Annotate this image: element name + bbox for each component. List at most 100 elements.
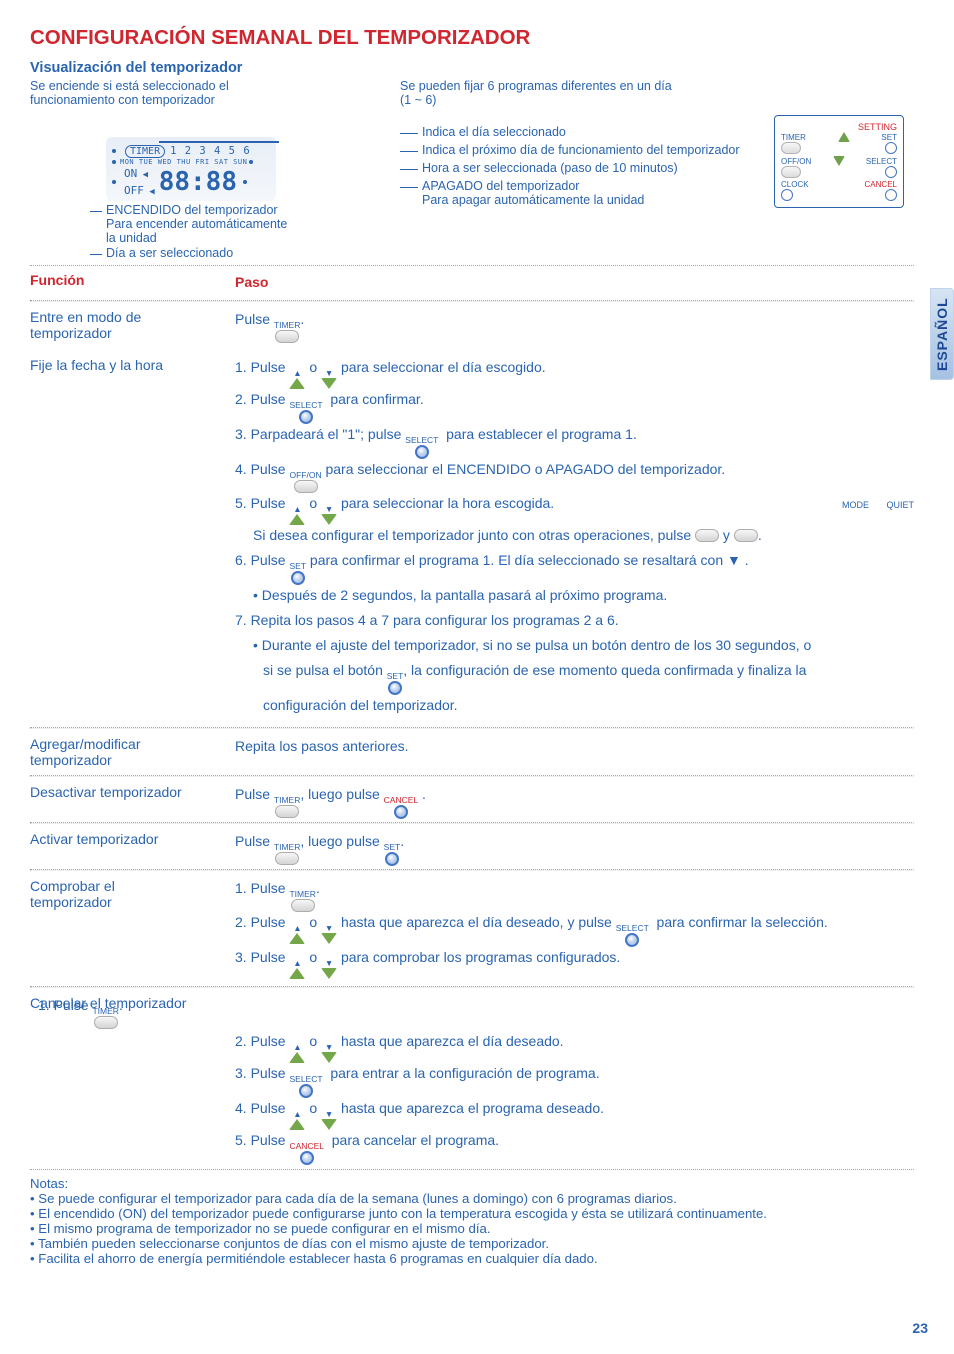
keypad-cancel-label: CANCEL <box>865 180 897 189</box>
down-icon[interactable]: ▼ <box>321 1043 337 1063</box>
language-tab: ESPAÑOL <box>930 288 954 380</box>
callout-2: Indica el día seleccionado <box>400 125 820 139</box>
note-4: También pueden seleccionarse conjuntos d… <box>30 1236 914 1251</box>
row4-func: Desactivar temporizador <box>30 782 235 815</box>
prog-numbers: 1 2 3 4 5 6 <box>170 145 251 157</box>
left-upper-callout: Se enciende si está seleccionado el func… <box>30 79 380 107</box>
up-icon <box>838 132 850 142</box>
left-callouts: ENCENDIDO del temporizador Para encender… <box>90 203 380 260</box>
down-icon[interactable]: ▼ <box>321 369 337 389</box>
set-button-icon[interactable]: SET <box>289 562 306 585</box>
set-button-icon[interactable]: SET <box>384 843 401 866</box>
set-button-icon[interactable]: SET <box>387 672 404 695</box>
timer-pill: TIMER <box>125 145 165 158</box>
offon-button-icon[interactable]: OFF/ON <box>289 471 321 493</box>
diagram-section: Se enciende si está seleccionado el func… <box>30 79 914 261</box>
text: Día a ser seleccionado <box>90 246 380 260</box>
days-row: MON TUE WED THU FRI SAT SUN <box>120 158 247 166</box>
keypad-offon-label: OFF/ON <box>781 157 811 166</box>
down-icon[interactable]: ▼ <box>321 505 337 525</box>
text: 7. Repita los pasos 4 a 7 para configura… <box>235 610 914 631</box>
keypad-set-label: SET <box>881 133 897 142</box>
time-7seg: 88:88 <box>159 167 237 197</box>
up-icon[interactable]: ▲ <box>289 1043 305 1063</box>
up-icon[interactable]: ▲ <box>289 369 305 389</box>
callout-1: Se pueden fijar 6 programas diferentes e… <box>400 79 820 107</box>
select-button-icon[interactable]: SELECT <box>616 924 649 947</box>
lcd-panel: TIMER 1 2 3 4 5 6 MON TUE WED THU FRI SA… <box>106 137 276 201</box>
timer-button-icon[interactable]: TIMER <box>274 843 300 865</box>
quiet-button-icon[interactable] <box>734 529 758 542</box>
on-label: ON <box>124 167 155 180</box>
up-icon[interactable]: ▲ <box>289 959 305 979</box>
row3-func: Agregar/modificartemporizador <box>30 734 235 768</box>
set-button[interactable] <box>885 142 897 154</box>
select-button-icon[interactable]: SELECT <box>289 401 322 424</box>
text: configuración del temporizador. <box>235 695 914 716</box>
timer-button-icon[interactable]: TIMER <box>92 1007 118 1029</box>
cancel-button-icon[interactable]: CANCEL <box>384 796 418 819</box>
timer-button-icon[interactable]: TIMER <box>274 321 300 343</box>
cancel-button-icon[interactable]: CANCEL <box>289 1142 323 1165</box>
text: Indica el próximo día de funcionamiento … <box>422 143 740 157</box>
offon-button[interactable] <box>781 166 801 178</box>
callout-5: APAGADO del temporizadorPara apagar auto… <box>400 179 820 207</box>
note-3: El mismo programa de temporizador no se … <box>30 1221 914 1236</box>
clock-button[interactable] <box>781 189 793 201</box>
page-title: CONFIGURACIÓN SEMANAL DEL TEMPORIZADOR <box>30 26 914 50</box>
vis-title: Visualización del temporizador <box>30 60 914 76</box>
text: (1 ~ 6) <box>400 93 672 107</box>
keypad: SETTING TIMER SET OFF/ON SELECT <box>774 115 904 208</box>
row5-step: Pulse TIMER, luego pulse SET. <box>235 829 914 862</box>
mode-button-icon[interactable] <box>695 529 719 542</box>
timer-button-icon[interactable]: TIMER <box>289 890 315 912</box>
page-number: 23 <box>912 1320 928 1336</box>
select-button[interactable] <box>885 166 897 178</box>
keypad-select-label: SELECT <box>866 157 897 166</box>
col-step-header: Paso <box>235 270 914 293</box>
text: la unidad <box>106 231 157 245</box>
row6-func: Comprobar eltemporizador <box>30 876 235 979</box>
instructions-table: Función Paso Entre en modo detemporizado… <box>30 270 914 1165</box>
notes-title: Notas: <box>30 1176 914 1191</box>
timer-button-icon[interactable]: TIMER <box>274 796 300 818</box>
text: Se enciende si está seleccionado el <box>30 79 229 93</box>
timer-button[interactable] <box>781 142 801 154</box>
text: funcionamiento con temporizador <box>30 93 215 107</box>
callout-3: Indica el próximo día de funcionamiento … <box>400 143 820 157</box>
down-icon[interactable]: ▼ <box>321 959 337 979</box>
text: Indica el día seleccionado <box>422 125 566 139</box>
select-button-icon[interactable]: SELECT <box>405 436 438 459</box>
row1-step: Pulse TIMER. <box>235 307 914 341</box>
callout-4: Hora a ser seleccionada (paso de 10 minu… <box>400 161 820 175</box>
keypad-setting-label: SETTING <box>781 122 897 132</box>
text: Hora a ser seleccionada (paso de 10 minu… <box>422 161 678 175</box>
up-icon[interactable]: ▲ <box>289 924 305 944</box>
row2-step: 1. Pulse ▲ o ▼ para seleccionar el día e… <box>235 355 914 720</box>
note-1: Se puede configurar el temporizador para… <box>30 1191 914 1206</box>
select-button-icon[interactable]: SELECT <box>289 1075 322 1098</box>
row6-step: 1. Pulse TIMER. 2. Pulse ▲ o ▼ hasta que… <box>235 876 914 979</box>
text: Para encender automáticamente <box>106 217 287 231</box>
off-label: OFF <box>124 184 155 197</box>
row5-func: Activar temporizador <box>30 829 235 862</box>
up-icon[interactable]: ▲ <box>289 505 305 525</box>
keypad-clock-label: CLOCK <box>781 180 809 189</box>
text: Después de 2 segundos, la pantalla pasar… <box>235 585 914 606</box>
mode-label: MODE <box>842 500 869 510</box>
down-icon[interactable]: ▼ <box>321 924 337 944</box>
notes-section: Notas: Se puede configurar el temporizad… <box>30 1176 914 1266</box>
note-5: Facilita el ahorro de energía permitiénd… <box>30 1251 914 1266</box>
quiet-label: QUIET <box>886 500 914 510</box>
down-icon[interactable]: ▼ <box>321 1110 337 1130</box>
text: APAGADO del temporizador <box>422 179 644 193</box>
row1-func: Entre en modo detemporizador <box>30 307 235 341</box>
row7-func: Cancelar el temporizador <box>30 993 235 1165</box>
row3-step: Repita los pasos anteriores. <box>235 734 914 768</box>
note-2: El encendido (ON) del temporizador puede… <box>30 1206 914 1221</box>
down-icon <box>833 156 845 166</box>
keypad-timer-label: TIMER <box>781 133 806 142</box>
col-func-header: Función <box>30 270 235 293</box>
up-icon[interactable]: ▲ <box>289 1110 305 1130</box>
cancel-button[interactable] <box>885 189 897 201</box>
